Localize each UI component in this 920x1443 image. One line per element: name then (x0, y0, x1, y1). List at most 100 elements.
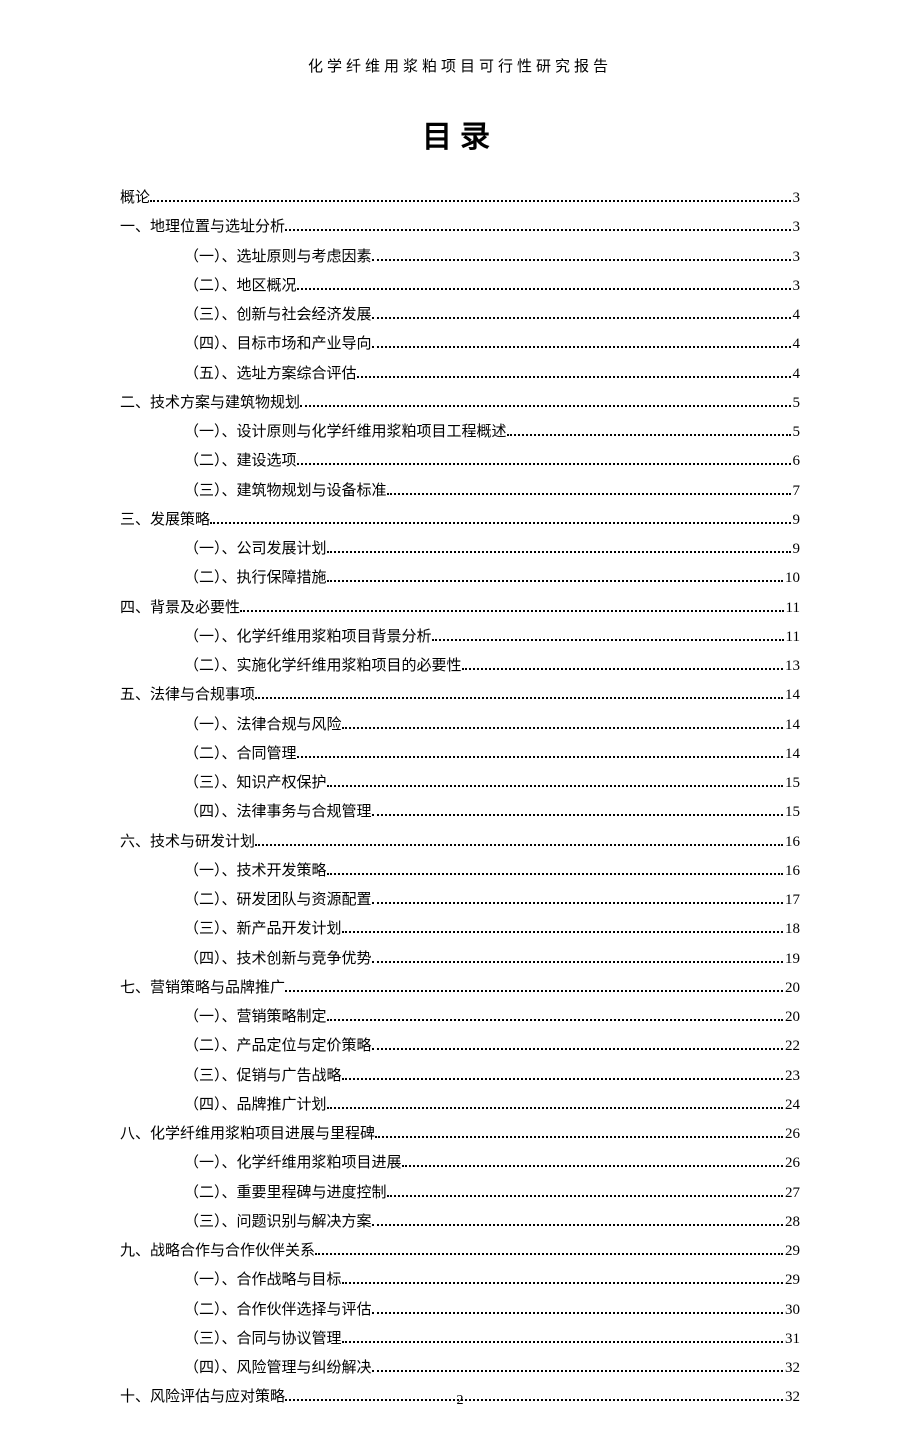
toc-entry-label: （四）、品牌推广计划 (184, 1091, 327, 1120)
page-header: 化学纤维用浆粕项目可行性研究报告 (120, 55, 800, 76)
toc-entry-page: 26 (785, 1149, 800, 1178)
toc-leader-dots (315, 1244, 783, 1255)
toc-entry-label: 概论 (120, 184, 150, 213)
toc-entry-label: 七、营销策略与品牌推广 (120, 974, 285, 1003)
toc-leader-dots (342, 922, 783, 933)
toc-leader-dots (297, 747, 783, 758)
toc-entry-label: （三）、促销与广告战略 (184, 1062, 342, 1091)
toc-entry-page: 29 (785, 1266, 800, 1295)
toc-row: （一）、化学纤维用浆粕项目背景分析11 (184, 623, 800, 652)
toc-entry-label: （三）、建筑物规划与设备标准 (184, 477, 387, 506)
toc-entry-label: （四）、法律事务与合规管理 (184, 798, 372, 827)
toc-leader-dots (342, 1069, 783, 1080)
toc-leader-dots (372, 308, 791, 319)
toc-entry-label: （二）、研发团队与资源配置 (184, 886, 372, 915)
toc-leader-dots (297, 454, 791, 465)
toc-entry-label: 九、战略合作与合作伙伴关系 (120, 1237, 315, 1266)
toc-leader-dots (432, 630, 784, 641)
toc-entry-label: （四）、技术创新与竞争优势 (184, 945, 372, 974)
toc-entry-page: 20 (785, 1003, 800, 1032)
toc-row: （一）、营销策略制定 20 (184, 1003, 800, 1032)
toc-entry-page: 29 (785, 1237, 800, 1266)
toc-entry-page: 31 (785, 1325, 800, 1354)
toc-leader-dots (372, 805, 783, 816)
toc-leader-dots (210, 513, 790, 524)
toc-row: （一）、设计原则与化学纤维用浆粕项目工程概述5 (184, 418, 800, 447)
toc-row: 二、技术方案与建筑物规划 5 (120, 389, 800, 418)
toc-row: 概论3 (120, 184, 800, 213)
toc-leader-dots (327, 776, 783, 787)
toc-leader-dots (327, 1098, 783, 1109)
toc-leader-dots (387, 484, 791, 495)
toc-row: （三）、新产品开发计划18 (184, 915, 800, 944)
toc-leader-dots (372, 1361, 783, 1372)
toc-entry-label: 八、化学纤维用浆粕项目进展与里程碑 (120, 1120, 375, 1149)
toc-entry-page: 28 (785, 1208, 800, 1237)
toc-row: （一）、法律合规与风险 14 (184, 711, 800, 740)
table-of-contents: 概论3一、地理位置与选址分析3（一）、选址原则与考虑因素3（二）、地区概况3（三… (120, 184, 800, 1413)
toc-row: 五、法律与合规事项 14 (120, 681, 800, 710)
toc-entry-page: 14 (785, 681, 800, 710)
toc-leader-dots (285, 220, 790, 231)
toc-leader-dots (372, 1039, 783, 1050)
toc-row: （四）、技术创新与竞争优势19 (184, 945, 800, 974)
toc-entry-label: 六、技术与研发计划 (120, 828, 255, 857)
toc-row: （一）、公司发展计划9 (184, 535, 800, 564)
toc-entry-page: 6 (793, 447, 801, 476)
toc-leader-dots (402, 1156, 783, 1167)
toc-entry-page: 16 (785, 857, 800, 886)
toc-row: 七、营销策略与品牌推广20 (120, 974, 800, 1003)
toc-leader-dots (372, 250, 791, 261)
toc-entry-page: 22 (785, 1032, 800, 1061)
toc-entry-label: （一）、营销策略制定 (184, 1003, 327, 1032)
toc-entry-label: （二）、产品定位与定价策略 (184, 1032, 372, 1061)
toc-row: （四）、目标市场和产业导向4 (184, 330, 800, 359)
toc-row: （二）、重要里程碑与进度控制 27 (184, 1179, 800, 1208)
toc-leader-dots (297, 279, 791, 290)
toc-entry-page: 13 (785, 652, 800, 681)
toc-entry-page: 5 (793, 418, 801, 447)
toc-leader-dots (372, 1215, 783, 1226)
toc-entry-page: 26 (785, 1120, 800, 1149)
toc-leader-dots (357, 367, 791, 378)
toc-entry-label: （一）、选址原则与考虑因素 (184, 243, 372, 272)
toc-row: （三）、创新与社会经济发展4 (184, 301, 800, 330)
toc-entry-page: 4 (793, 330, 801, 359)
toc-entry-page: 27 (785, 1179, 800, 1208)
toc-leader-dots (327, 542, 791, 553)
toc-leader-dots (372, 952, 783, 963)
toc-entry-page: 14 (785, 711, 800, 740)
toc-row: 三、发展策略 9 (120, 506, 800, 535)
toc-leader-dots (255, 688, 783, 699)
toc-entry-label: （三）、知识产权保护 (184, 769, 327, 798)
toc-row: （三）、建筑物规划与设备标准7 (184, 477, 800, 506)
toc-entry-label: （二）、重要里程碑与进度控制 (184, 1179, 387, 1208)
toc-entry-page: 30 (785, 1296, 800, 1325)
toc-entry-page: 23 (785, 1062, 800, 1091)
toc-entry-label: （二）、合同管理 (184, 740, 297, 769)
toc-entry-page: 3 (793, 243, 801, 272)
toc-entry-page: 9 (793, 506, 801, 535)
toc-entry-label: （三）、问题识别与解决方案 (184, 1208, 372, 1237)
toc-entry-label: 五、法律与合规事项 (120, 681, 255, 710)
toc-entry-label: 二、技术方案与建筑物规划 (120, 389, 300, 418)
toc-leader-dots (300, 396, 790, 407)
toc-row: （二）、实施化学纤维用浆粕项目的必要性13 (184, 652, 800, 681)
toc-row: （二）、执行保障措施10 (184, 564, 800, 593)
toc-entry-label: （三）、创新与社会经济发展 (184, 301, 372, 330)
toc-row: （一）、选址原则与考虑因素 3 (184, 243, 800, 272)
toc-entry-label: （二）、执行保障措施 (184, 564, 327, 593)
toc-entry-label: （一）、法律合规与风险 (184, 711, 342, 740)
toc-row: 六、技术与研发计划16 (120, 828, 800, 857)
toc-entry-label: （一）、公司发展计划 (184, 535, 327, 564)
toc-entry-label: （一）、合作战略与目标 (184, 1266, 342, 1295)
toc-entry-label: （一）、技术开发策略 (184, 857, 327, 886)
toc-entry-label: （四）、风险管理与纠纷解决 (184, 1354, 372, 1383)
toc-leader-dots (327, 864, 783, 875)
toc-row: （三）、促销与广告战略 23 (184, 1062, 800, 1091)
toc-entry-page: 5 (793, 389, 801, 418)
toc-leader-dots (342, 1273, 783, 1284)
toc-row: （三）、知识产权保护15 (184, 769, 800, 798)
toc-entry-label: （一）、化学纤维用浆粕项目进展 (184, 1149, 402, 1178)
toc-entry-label: 三、发展策略 (120, 506, 210, 535)
